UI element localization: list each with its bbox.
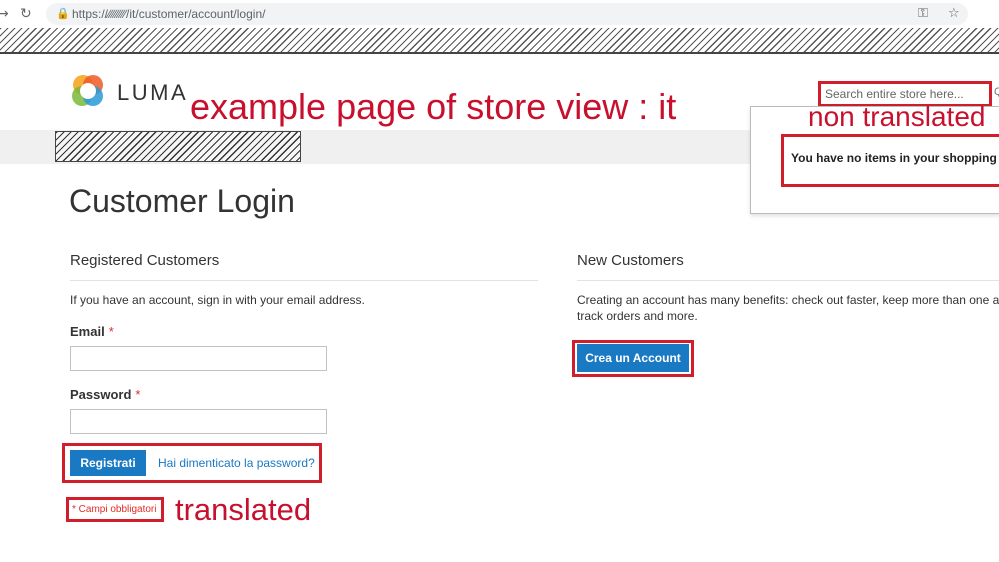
- new-customers-title: New Customers: [577, 252, 684, 269]
- lock-icon: 🔒: [56, 7, 70, 20]
- annotation-translated: translated: [175, 492, 312, 527]
- registered-divider: [70, 280, 538, 281]
- page-title: Customer Login: [69, 183, 295, 219]
- signin-button[interactable]: Registrati: [70, 450, 146, 476]
- url-text[interactable]: https://∕∕∕∕∕∕∕∕∕/it/customer/account/lo…: [72, 7, 265, 21]
- registered-intro: If you have an account, sign in with you…: [70, 293, 365, 307]
- required-fields-note: * Campi obbligatori: [72, 504, 157, 515]
- password-field[interactable]: [70, 409, 327, 434]
- email-label-text: Email: [70, 324, 105, 339]
- new-customers-intro-line1: Creating an account has many benefits: c…: [577, 293, 999, 307]
- create-account-button[interactable]: Crea un Account: [577, 344, 689, 372]
- registered-customers-title: Registered Customers: [70, 252, 220, 269]
- email-field[interactable]: [70, 346, 327, 371]
- browser-toolbar: → ↻ 🔒 https://∕∕∕∕∕∕∕∕∕/it/customer/acco…: [0, 0, 999, 28]
- password-label-text: Password: [70, 387, 132, 402]
- email-label: Email *: [70, 324, 114, 339]
- reload-icon[interactable]: ↻: [20, 6, 32, 22]
- new-customers-divider: [577, 280, 999, 281]
- search-input[interactable]: [825, 86, 985, 102]
- nav-redaction-hatch: [55, 131, 301, 162]
- minicart-empty-message: You have no items in your shopping cart.: [791, 151, 999, 165]
- annotation-non-translated: non translated: [808, 101, 986, 132]
- key-icon[interactable]: ⚿: [918, 6, 928, 21]
- star-icon[interactable]: ☆: [948, 6, 960, 21]
- back-arrow-icon[interactable]: →: [0, 6, 9, 22]
- annotation-store-view: example page of store view : it: [190, 86, 677, 127]
- redaction-hatch: [0, 28, 999, 54]
- required-mark: *: [108, 324, 114, 339]
- search-icon[interactable]: Q: [994, 86, 999, 98]
- address-bar[interactable]: 🔒 https://∕∕∕∕∕∕∕∕∕/it/customer/account/…: [46, 3, 968, 25]
- forgot-password-link[interactable]: Hai dimenticato la password?: [158, 456, 315, 470]
- password-label: Password *: [70, 387, 140, 402]
- luma-logo-icon[interactable]: [70, 73, 106, 109]
- logo-text[interactable]: LUMA: [117, 80, 188, 106]
- new-customers-intro-line2: track orders and more.: [577, 309, 698, 323]
- required-mark: *: [135, 387, 141, 402]
